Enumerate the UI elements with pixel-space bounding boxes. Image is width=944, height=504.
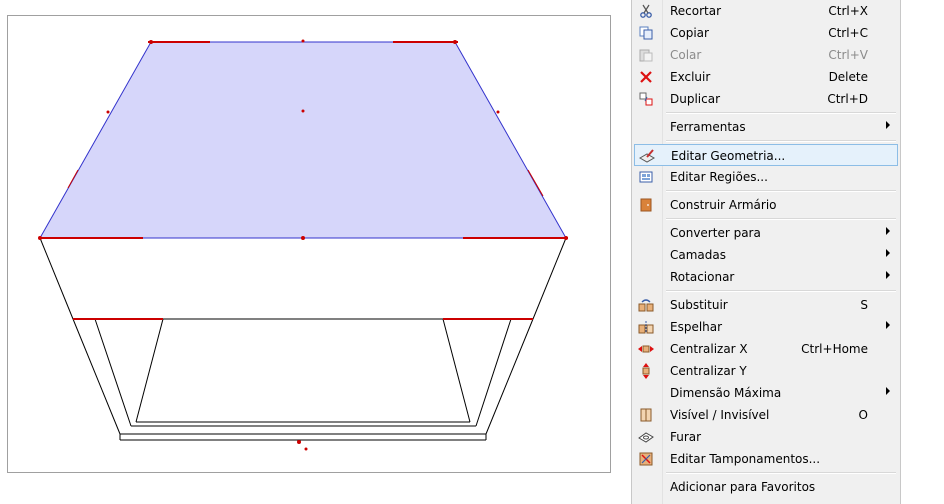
menu-item-label: Editar Regiões...	[670, 170, 768, 184]
menu-item-label: Editar Tamponamentos...	[670, 452, 821, 466]
menu-separator	[666, 290, 896, 292]
menu-item-label: Excluir	[670, 70, 711, 84]
menu-item-label: Adicionar para Favoritos	[670, 480, 816, 494]
mirror-icon	[638, 319, 654, 335]
menu-item-copiar[interactable]: Copiar Ctrl+C	[634, 22, 898, 44]
center-x-icon	[638, 341, 654, 357]
replace-icon	[638, 297, 654, 313]
menu-separator	[666, 140, 896, 142]
paste-icon	[638, 47, 654, 63]
menu-item-label: Duplicar	[670, 92, 721, 106]
copy-icon	[638, 25, 654, 41]
submenu-arrow-icon	[886, 249, 890, 257]
menu-item-label: Copiar	[670, 26, 709, 40]
menu-item-ferramentas[interactable]: Ferramentas	[634, 116, 898, 138]
menu-item-label: Editar Geometria...	[671, 149, 786, 163]
menu-item-visivel-invisivel[interactable]: Visível / Invisível O	[634, 404, 898, 426]
context-menu: Recortar Ctrl+X Copiar Ctrl+C Colar Ctrl…	[631, 0, 901, 504]
edit-geometry-icon	[639, 148, 655, 164]
menu-item-editar-geometria[interactable]: Editar Geometria...	[634, 144, 898, 166]
menu-item-recortar[interactable]: Recortar Ctrl+X	[634, 0, 898, 22]
menu-item-label: Colar	[670, 48, 702, 62]
menu-item-label: Centralizar Y	[670, 364, 747, 378]
menu-item-excluir[interactable]: Excluir Delete	[634, 66, 898, 88]
menu-item-shortcut: Ctrl+C	[828, 26, 868, 40]
menu-item-shortcut: S	[860, 298, 868, 312]
submenu-arrow-icon	[886, 387, 890, 395]
submenu-arrow-icon	[886, 121, 890, 129]
scissors-icon	[638, 3, 654, 19]
menu-item-espelhar[interactable]: Espelhar	[634, 316, 898, 338]
drill-icon	[638, 429, 654, 445]
menu-item-label: Dimensão Máxima	[670, 386, 782, 400]
menu-item-editar-tamponamentos[interactable]: Editar Tamponamentos...	[634, 448, 898, 470]
menu-item-label: Espelhar	[670, 320, 723, 334]
menu-item-adicionar-favoritos[interactable]: Adicionar para Favoritos	[634, 476, 898, 498]
menu-item-rotacionar[interactable]: Rotacionar	[634, 266, 898, 288]
menu-item-shortcut: Ctrl+X	[828, 4, 868, 18]
menu-item-construir-armario[interactable]: Construir Armário	[634, 194, 898, 216]
center-y-icon	[638, 363, 654, 379]
menu-item-label: Recortar	[670, 4, 722, 18]
menu-separator	[666, 190, 896, 192]
menu-item-label: Furar	[670, 430, 702, 444]
menu-item-camadas[interactable]: Camadas	[634, 244, 898, 266]
drawing-canvas[interactable]	[7, 15, 611, 473]
menu-item-label: Visível / Invisível	[670, 408, 770, 422]
selected-top-face[interactable]	[39, 41, 567, 239]
menu-item-shortcut: Ctrl+V	[828, 48, 868, 62]
cabinet-drawing[interactable]	[8, 16, 612, 474]
submenu-arrow-icon	[886, 271, 890, 279]
edit-regions-icon	[638, 169, 654, 185]
cabinet-body	[39, 237, 567, 441]
menu-item-furar[interactable]: Furar	[634, 426, 898, 448]
menu-item-label: Ferramentas	[670, 120, 746, 134]
visibility-icon	[638, 407, 654, 423]
menu-item-centralizar-x[interactable]: Centralizar X Ctrl+Home	[634, 338, 898, 360]
menu-item-dimensao-maxima[interactable]: Dimensão Máxima	[634, 382, 898, 404]
cabinet-icon	[638, 197, 654, 213]
menu-item-label: Converter para	[670, 226, 761, 240]
menu-item-label: Camadas	[670, 248, 726, 262]
duplicate-icon	[638, 91, 654, 107]
menu-item-shortcut: Ctrl+Home	[801, 342, 868, 356]
menu-item-shortcut: Delete	[828, 70, 868, 84]
menu-separator	[666, 218, 896, 220]
edit-cover-icon	[638, 451, 654, 467]
menu-item-duplicar[interactable]: Duplicar Ctrl+D	[634, 88, 898, 110]
menu-item-shortcut: Ctrl+D	[827, 92, 868, 106]
menu-item-substituir[interactable]: Substituir S	[634, 294, 898, 316]
delete-x-icon	[638, 69, 654, 85]
submenu-arrow-icon	[886, 227, 890, 235]
menu-item-editar-regioes[interactable]: Editar Regiões...	[634, 166, 898, 188]
menu-item-shortcut: O	[858, 408, 868, 422]
menu-item-converter-para[interactable]: Converter para	[634, 222, 898, 244]
menu-separator	[666, 472, 896, 474]
menu-item-label: Construir Armário	[670, 198, 777, 212]
menu-separator	[666, 112, 896, 114]
menu-item-label: Substituir	[670, 298, 728, 312]
menu-item-label: Centralizar X	[670, 342, 748, 356]
menu-item-label: Rotacionar	[670, 270, 735, 284]
menu-item-colar[interactable]: Colar Ctrl+V	[634, 44, 898, 66]
submenu-arrow-icon	[886, 321, 890, 329]
menu-item-centralizar-y[interactable]: Centralizar Y	[634, 360, 898, 382]
